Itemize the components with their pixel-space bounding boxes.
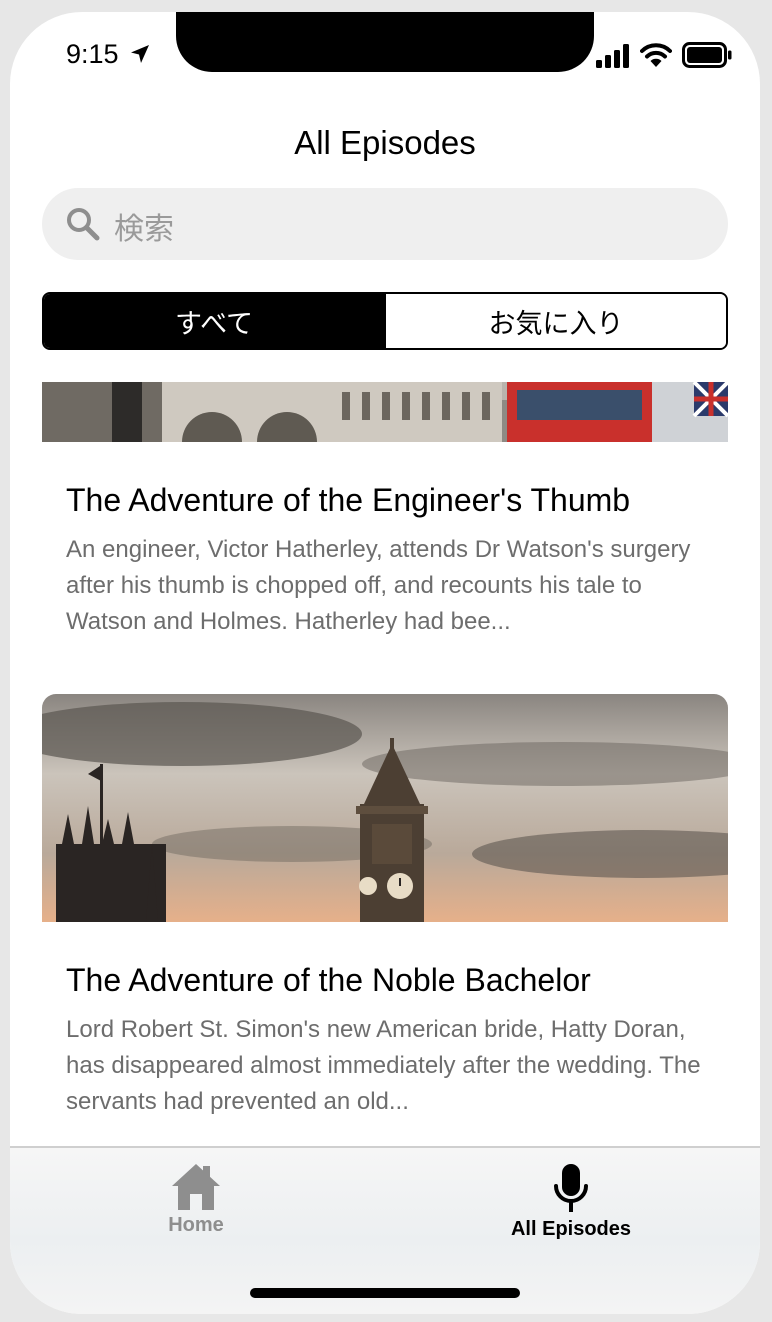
- search-placeholder: 検索: [114, 213, 174, 246]
- home-indicator[interactable]: [250, 1288, 520, 1298]
- status-time: 9:15: [66, 39, 119, 69]
- tab-all-episodes-label: All Episodes: [510, 1218, 632, 1240]
- microphone-icon: [554, 1164, 588, 1212]
- wifi-icon: [640, 43, 672, 67]
- battery-icon: [682, 42, 732, 68]
- search-icon: [67, 208, 100, 241]
- page-title: All Episodes: [294, 124, 476, 161]
- tab-all-episodes[interactable]: All Episodes: [471, 1158, 671, 1241]
- notch: [176, 12, 594, 72]
- home-icon: [172, 1164, 220, 1210]
- episode-1-title[interactable]: The Adventure of the Engineer's Thumb: [66, 482, 630, 519]
- episode-2-description: Lord Robert St. Simon's new American bri…: [66, 1016, 701, 1115]
- segment-favorites[interactable]: お気に入り: [384, 294, 726, 348]
- episode-1-description: An engineer, Victor Hatherley, attends D…: [66, 536, 691, 635]
- tab-home-label: Home: [168, 1214, 224, 1236]
- segment-all[interactable]: すべて: [44, 294, 384, 348]
- search-bar[interactable]: 検索: [42, 188, 728, 260]
- location-arrow-icon: [131, 45, 149, 63]
- episode-2-image[interactable]: [42, 694, 728, 922]
- episode-1-image[interactable]: [42, 382, 728, 442]
- tab-home[interactable]: Home: [96, 1158, 296, 1237]
- phone-screen: 9:15 All Episodes 検索 すべて お気に入り The Adven…: [10, 12, 760, 1314]
- episode-2-title[interactable]: The Adventure of the Noble Bachelor: [66, 962, 591, 999]
- filter-segmented-control: すべて お気に入り: [42, 292, 728, 350]
- cellular-signal-icon: [596, 44, 629, 68]
